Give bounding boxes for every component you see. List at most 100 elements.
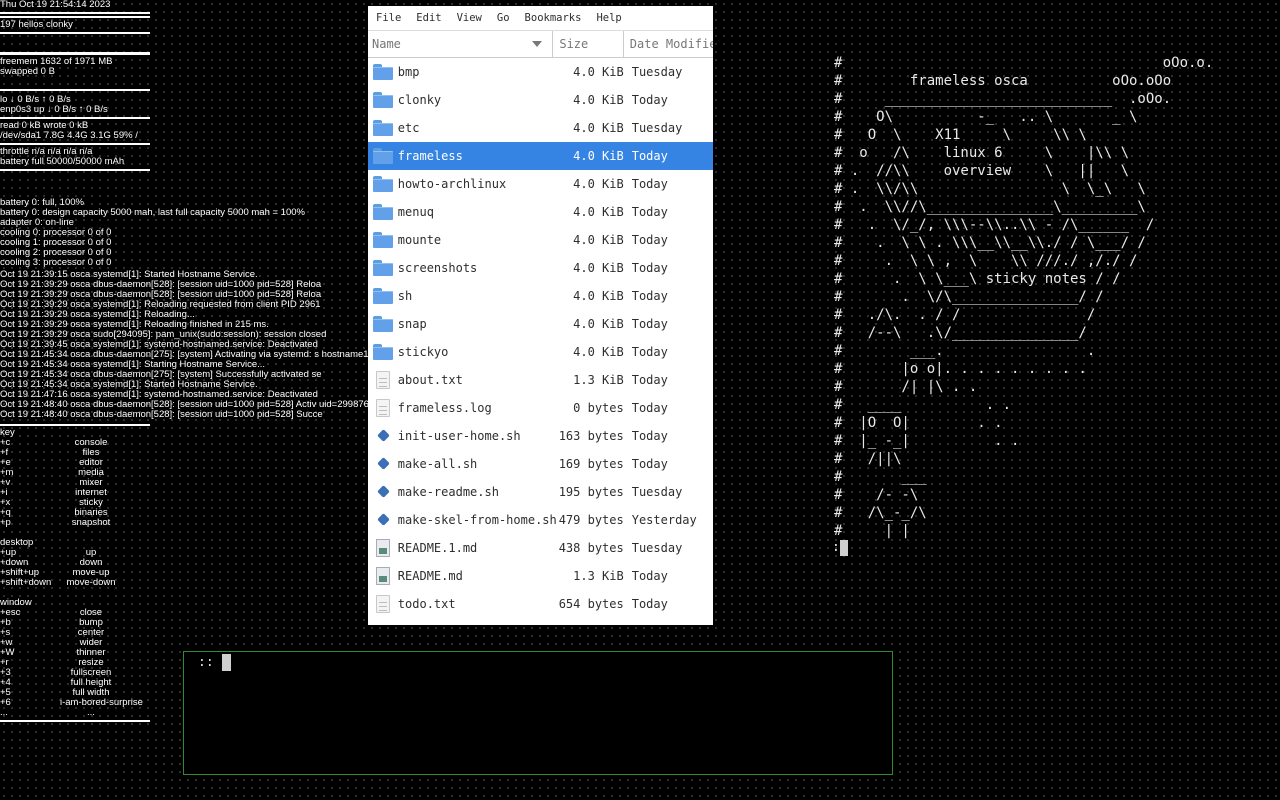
file-row[interactable]: clonky 4.0 KiB Today (368, 86, 713, 114)
folder-icon (372, 257, 394, 279)
text-file-icon (372, 593, 394, 615)
column-date-label: Date Modified (629, 37, 713, 51)
keybinding-row: +f files (0, 448, 150, 458)
file-size: 4.0 KiB (573, 233, 624, 247)
script-file-icon-glyph (376, 513, 390, 527)
divider (0, 143, 150, 145)
markdown-file-icon (372, 565, 394, 587)
folder-icon (372, 313, 394, 335)
keybinding-key: ... (0, 707, 8, 718)
script-file-icon-glyph (376, 429, 390, 443)
column-date[interactable]: Date Modified (624, 31, 713, 57)
folder-icon-glyph (372, 288, 393, 304)
window-title: window (0, 597, 32, 608)
file-date: Today (631, 233, 668, 247)
file-name: stickyo (397, 345, 449, 359)
keybinding-row: +e editor (0, 458, 150, 468)
file-size: 4.0 KiB (573, 261, 624, 275)
text-file-icon (372, 397, 394, 419)
desktop-title: desktop (0, 537, 34, 548)
keybinding-key: +shift+down (0, 577, 52, 588)
divider (0, 16, 150, 18)
keybinding-key: +6 (0, 697, 11, 708)
file-row[interactable]: etc 4.0 KiB Tuesday (368, 114, 713, 142)
file-manager-window[interactable]: File Edit View Go Bookmarks Help Name Size Da… (368, 6, 713, 625)
file-row[interactable]: snap 4.0 KiB Today (368, 310, 713, 338)
file-row[interactable]: bmp 4.0 KiB Tuesday (368, 58, 713, 86)
file-row[interactable]: howto-archlinux 4.0 KiB Today (368, 170, 713, 198)
divider (0, 32, 150, 34)
keybinding-key: +c (0, 437, 11, 448)
column-size[interactable]: Size (553, 31, 624, 57)
file-row[interactable]: mounte 4.0 KiB Today (368, 226, 713, 254)
file-name: sh (397, 289, 413, 303)
terminal-prompt: :: (198, 655, 214, 670)
folder-icon (372, 117, 394, 139)
file-date: Today (631, 373, 668, 387)
folder-icon-glyph (372, 120, 393, 136)
markdown-file-icon (372, 537, 394, 559)
folder-icon-glyph (372, 176, 393, 192)
keybinding-row: +w wider (0, 638, 150, 648)
file-date: Today (631, 177, 668, 191)
divider (0, 720, 150, 722)
keybinding-row: +p snapshot (0, 518, 150, 528)
file-row[interactable]: init-user-home.sh 163 bytes Today (368, 422, 713, 450)
file-size: 195 bytes (558, 485, 624, 499)
file-row[interactable]: frameless 4.0 KiB Today (368, 142, 713, 170)
menu-view[interactable]: View (457, 12, 482, 24)
divider (0, 12, 150, 14)
file-size: 1.3 KiB (573, 373, 624, 387)
file-date: Today (631, 569, 668, 583)
text-file-icon-glyph (375, 399, 390, 417)
file-row[interactable]: sh 4.0 KiB Today (368, 282, 713, 310)
file-row[interactable]: todo.txt 654 bytes Today (368, 590, 713, 618)
keybinding-row: +c console (0, 438, 150, 448)
file-size: 4.0 KiB (573, 65, 624, 79)
file-row[interactable]: make-skel-from-home.sh 479 bytes Yesterday (368, 506, 713, 534)
keys-list: +c console +f files +e editor +m media +v mixer +i… (0, 438, 150, 528)
menu-file[interactable]: File (376, 12, 401, 24)
menu-go[interactable]: Go (497, 12, 510, 24)
file-size: 4.0 KiB (573, 149, 624, 163)
menu-edit[interactable]: Edit (416, 12, 441, 24)
menu-help[interactable]: Help (596, 12, 621, 24)
file-size: 4.0 KiB (573, 289, 624, 303)
divider (0, 117, 150, 119)
file-row[interactable]: menuq 4.0 KiB Today (368, 198, 713, 226)
text-file-icon (372, 369, 394, 391)
file-size: 4.0 KiB (573, 121, 624, 135)
file-name: frameless.log (397, 401, 492, 415)
file-size: 0 bytes (573, 401, 624, 415)
file-row[interactable]: frameless.log 0 bytes Today (368, 394, 713, 422)
folder-icon (372, 285, 394, 307)
file-row[interactable]: README.1.md 438 bytes Tuesday (368, 534, 713, 562)
menu-bookmarks[interactable]: Bookmarks (525, 12, 582, 24)
battery-full: battery full 50000/50000 mAh (0, 156, 125, 167)
file-name: menuq (397, 205, 434, 219)
file-size: 169 bytes (558, 457, 624, 471)
file-size: 163 bytes (558, 429, 624, 443)
terminal-cursor[interactable] (222, 654, 231, 671)
file-date: Today (631, 401, 668, 415)
file-row[interactable]: about.txt 1.3 KiB Today (368, 366, 713, 394)
file-name: README.md (397, 569, 463, 583)
file-name: mounte (397, 233, 442, 247)
file-row[interactable]: stickyo 4.0 KiB Today (368, 338, 713, 366)
file-row[interactable]: screenshots 4.0 KiB Today (368, 254, 713, 282)
battery-line: cooling 3: processor 0 of 0 (0, 257, 112, 268)
column-name[interactable]: Name (368, 31, 554, 57)
hellos-count: 197 hellos clonky (0, 19, 73, 30)
folder-icon-glyph (372, 148, 393, 164)
file-name: about.txt (397, 373, 463, 387)
file-name: screenshots (397, 261, 478, 275)
terminal-window[interactable]: :: (183, 651, 893, 775)
file-row[interactable]: make-readme.sh 195 bytes Tuesday (368, 478, 713, 506)
disk-usage: /dev/sda1 7.8G 4.4G 3.1G 59% / (0, 130, 138, 141)
divider (0, 169, 150, 171)
file-row[interactable]: make-all.sh 169 bytes Today (368, 450, 713, 478)
sort-down-icon (532, 41, 543, 47)
file-row[interactable]: README.md 1.3 KiB Today (368, 562, 713, 590)
folder-icon (372, 89, 394, 111)
